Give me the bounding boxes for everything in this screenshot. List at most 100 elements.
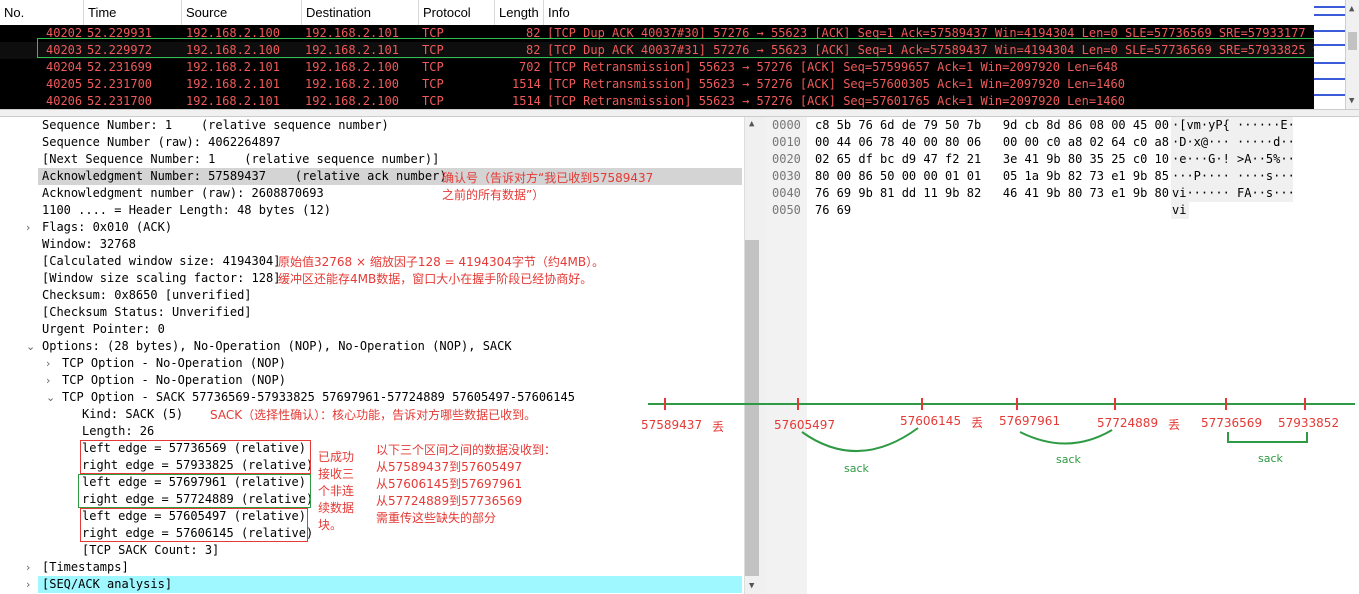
col-time[interactable]: Time xyxy=(84,0,182,25)
col-no[interactable]: No. xyxy=(0,0,84,25)
packet-row[interactable]: 40204 52.231699 192.168.2.101 192.168.2.… xyxy=(0,59,1345,76)
detail-seq[interactable]: Sequence Number: 1 (relative sequence nu… xyxy=(42,117,389,134)
packet-time: 52.231700 xyxy=(87,77,153,91)
scroll-down-icon[interactable]: ▼ xyxy=(1349,96,1354,106)
detail-header-length[interactable]: 1100 .... = Header Length: 48 bytes (12) xyxy=(42,202,331,219)
seq-label: 57736569 xyxy=(1201,416,1263,430)
packet-time: 52.231700 xyxy=(87,94,153,108)
scroll-up-icon[interactable]: ▲ xyxy=(749,119,754,129)
packet-row[interactable]: 40205 52.231700 192.168.2.101 192.168.2.… xyxy=(0,76,1345,93)
hex-ascii[interactable]: ···P···· ····s··· xyxy=(1172,168,1295,185)
packet-info: [TCP Retransmission] 55623 → 57276 [ACK]… xyxy=(547,60,1118,74)
seq-label: 57589437 xyxy=(641,418,703,432)
sack-label: sack xyxy=(1258,452,1283,465)
packet-length: 1514 xyxy=(512,94,541,108)
detail-timestamps[interactable]: [Timestamps] xyxy=(42,559,129,576)
annotation-ack-1: 确认号（告诉对方“我已收到57589437 xyxy=(442,171,654,185)
chevron-right-icon[interactable]: › xyxy=(46,355,56,372)
hex-bytes[interactable]: 80 00 86 50 00 00 01 01 05 1a 9b 82 73 e… xyxy=(815,168,1169,185)
hex-offset: 0050 xyxy=(772,203,801,217)
annotation-received: 已成功 接收三 个非连 续数据 块。 xyxy=(318,450,355,532)
selection-outline xyxy=(37,38,1340,58)
scroll-thumb[interactable] xyxy=(1348,32,1357,50)
detail-sack-count[interactable]: [TCP SACK Count: 3] xyxy=(82,542,219,559)
detail-sack[interactable]: TCP Option - SACK 57736569-57933825 5769… xyxy=(62,389,575,406)
hex-offset: 0040 xyxy=(772,186,801,200)
detail-flags[interactable]: Flags: 0x010 (ACK) xyxy=(42,219,172,236)
detail-nop-2[interactable]: TCP Option - No-Operation (NOP) xyxy=(62,372,286,389)
pane-splitter[interactable] xyxy=(0,109,1359,117)
hex-offset: 0010 xyxy=(772,135,801,149)
chevron-down-icon[interactable]: ⌄ xyxy=(26,338,36,355)
col-length[interactable]: Length xyxy=(495,0,544,25)
packet-length: 702 xyxy=(519,60,541,74)
hex-ascii[interactable]: ·[vm·yP{ ······E· xyxy=(1172,117,1295,134)
sack-label: sack xyxy=(1056,453,1081,466)
packet-protocol: TCP xyxy=(422,94,444,108)
sack-block-box-2 xyxy=(78,474,311,508)
scroll-down-icon[interactable]: ▼ xyxy=(749,581,754,591)
detail-urgent[interactable]: Urgent Pointer: 0 xyxy=(42,321,165,338)
scroll-up-icon[interactable]: ▲ xyxy=(1349,4,1354,14)
sack-block-box-1 xyxy=(80,440,311,474)
detail-sack-kind[interactable]: Kind: SACK (5) xyxy=(82,406,183,423)
hex-bytes[interactable]: 00 44 06 78 40 00 80 06 00 00 c0 a8 02 6… xyxy=(815,134,1169,151)
hex-dump-pane[interactable]: 0000 0010 0020 0030 0040 0050 c8 5b 76 6… xyxy=(766,117,1359,594)
minimap-mark xyxy=(1314,6,1345,8)
detail-nop-1[interactable]: TCP Option - No-Operation (NOP) xyxy=(62,355,286,372)
chevron-right-icon[interactable]: › xyxy=(46,372,56,389)
hex-ascii[interactable]: ·e···G·! >A··5%·· xyxy=(1172,151,1295,168)
hex-offset: 0020 xyxy=(772,152,801,166)
chevron-right-icon[interactable]: › xyxy=(26,576,36,593)
minimap-mark xyxy=(1314,30,1345,32)
col-info[interactable]: Info xyxy=(544,0,1314,25)
detail-ack[interactable]: Acknowledgment Number: 57589437 (relativ… xyxy=(42,168,447,185)
packet-list-scrollbar[interactable]: ▲ ▼ xyxy=(1345,0,1359,109)
detail-seqack-analysis[interactable]: [SEQ/ACK analysis] xyxy=(42,576,172,593)
seq-label: 57933852 xyxy=(1278,416,1340,430)
sack-block-box-3 xyxy=(80,508,308,542)
hex-ascii[interactable]: vi xyxy=(1172,202,1186,219)
detail-checksum[interactable]: Checksum: 0x8650 [unverified] xyxy=(42,287,252,304)
detail-calc-window[interactable]: [Calculated window size: 4194304] xyxy=(42,253,280,270)
hex-bytes[interactable]: 76 69 9b 81 dd 11 9b 82 46 41 9b 80 73 e… xyxy=(815,185,1169,202)
hex-offset: 0000 xyxy=(772,118,801,132)
chevron-right-icon[interactable]: › xyxy=(26,219,36,236)
hex-ascii[interactable]: vi······ FA··s··· xyxy=(1172,185,1295,202)
detail-options[interactable]: Options: (28 bytes), No-Operation (NOP),… xyxy=(42,338,512,355)
hex-bytes[interactable]: c8 5b 76 6d de 79 50 7b 9d cb 8d 86 08 0… xyxy=(815,117,1169,134)
minimap-mark xyxy=(1314,78,1345,80)
lost-label: 丢 xyxy=(712,420,725,434)
packet-protocol: TCP xyxy=(422,60,444,74)
detail-next-seq[interactable]: [Next Sequence Number: 1 (relative seque… xyxy=(42,151,439,168)
packet-source: 192.168.2.101 xyxy=(186,77,280,91)
packet-info: [TCP Retransmission] 55623 → 57276 [ACK]… xyxy=(547,77,1125,91)
details-scroll-thumb[interactable] xyxy=(745,240,759,576)
annotation-ack-2: 之前的所有数据”） xyxy=(442,188,545,202)
chevron-right-icon[interactable]: › xyxy=(26,559,36,576)
seq-label: 57605497 xyxy=(774,418,836,432)
detail-ack-raw[interactable]: Acknowledgment number (raw): 2608870693 xyxy=(42,185,324,202)
hex-bytes[interactable]: 76 69 xyxy=(815,202,851,219)
packet-no: 40205 xyxy=(46,77,83,91)
detail-window[interactable]: Window: 32768 xyxy=(42,236,136,253)
hex-ascii[interactable]: ·D·x@··· ·····d·· xyxy=(1172,134,1295,151)
detail-sack-length[interactable]: Length: 26 xyxy=(82,423,154,440)
lost-label: 丢 xyxy=(971,416,984,430)
packet-destination: 192.168.2.100 xyxy=(305,94,399,108)
chevron-down-icon[interactable]: ⌄ xyxy=(46,389,56,406)
col-destination[interactable]: Destination xyxy=(302,0,419,25)
col-source[interactable]: Source xyxy=(182,0,302,25)
packet-details-pane[interactable]: Sequence Number: 1 (relative sequence nu… xyxy=(0,117,744,594)
detail-checksum-status[interactable]: [Checksum Status: Unverified] xyxy=(42,304,252,321)
packet-row[interactable]: 40206 52.231700 192.168.2.101 192.168.2.… xyxy=(0,93,1345,110)
seq-label: 57606145 xyxy=(900,414,962,428)
col-protocol[interactable]: Protocol xyxy=(419,0,495,25)
packet-minimap[interactable] xyxy=(1314,0,1345,109)
lost-label: 丢 xyxy=(1168,418,1181,432)
hex-bytes[interactable]: 02 65 df bc d9 47 f2 21 3e 41 9b 80 35 2… xyxy=(815,151,1169,168)
detail-seq-raw[interactable]: Sequence Number (raw): 4062264897 xyxy=(42,134,280,151)
detail-scaling[interactable]: [Window size scaling factor: 128] xyxy=(42,270,280,287)
seq-label: 57724889 xyxy=(1097,416,1159,430)
minimap-mark xyxy=(1314,62,1345,64)
